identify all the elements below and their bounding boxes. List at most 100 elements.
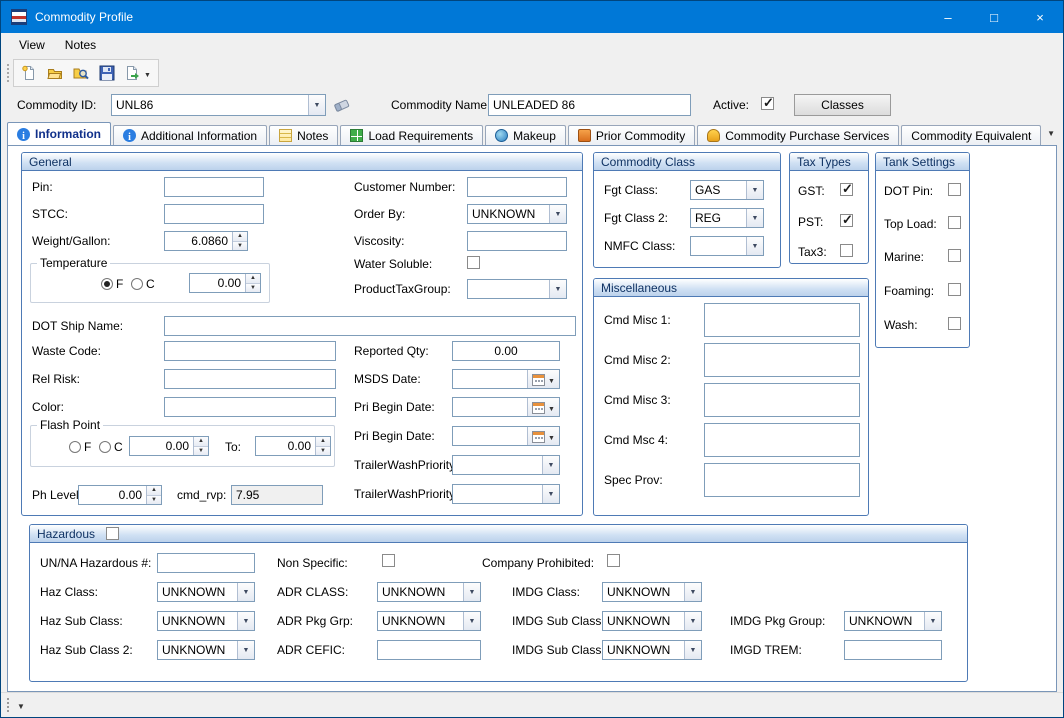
cmd-misc3-input[interactable]	[704, 383, 860, 417]
chevron-down-icon[interactable]	[746, 181, 763, 199]
company-prohibited-checkbox[interactable]	[607, 554, 620, 567]
flash-point-c-radio[interactable]	[99, 441, 111, 453]
chevron-down-icon[interactable]	[746, 209, 763, 227]
pin-input[interactable]	[164, 177, 264, 197]
tab-makeup[interactable]: Makeup	[485, 125, 566, 145]
adr-pkg-grp-select[interactable]: UNKNOWN	[377, 611, 481, 631]
msds-date-picker[interactable]	[452, 369, 560, 389]
spin-down-icon[interactable]	[246, 283, 260, 293]
waste-code-input[interactable]	[164, 341, 336, 361]
flash-point-f-radio[interactable]	[69, 441, 81, 453]
chevron-down-icon[interactable]	[548, 400, 555, 414]
pri-begin-date2-picker[interactable]	[452, 426, 560, 446]
spin-up-icon[interactable]	[316, 437, 330, 446]
cmd-misc2-input[interactable]	[704, 343, 860, 377]
classes-button[interactable]: Classes	[794, 94, 891, 116]
adr-cefic-input[interactable]	[377, 640, 481, 660]
cmd-msc4-input[interactable]	[704, 423, 860, 457]
marine-checkbox[interactable]	[948, 249, 961, 262]
chevron-down-icon[interactable]	[308, 95, 325, 115]
flash-point-to-spinner[interactable]: 0.00	[255, 436, 331, 456]
chevron-down-icon[interactable]	[549, 205, 566, 223]
dot-ship-name-input[interactable]	[164, 316, 576, 336]
calendar-button[interactable]	[527, 427, 559, 445]
weight-gallon-spinner[interactable]: 6.0860	[164, 231, 248, 251]
toolbar-grip[interactable]	[7, 64, 9, 82]
spin-up-icon[interactable]	[246, 274, 260, 283]
haz-sub-class2-select[interactable]: UNKNOWN	[157, 640, 255, 660]
imdg-class-select[interactable]: UNKNOWN	[602, 582, 702, 602]
wash-checkbox[interactable]	[948, 317, 961, 330]
chevron-down-icon[interactable]	[463, 583, 480, 601]
close-button[interactable]: ×	[1017, 1, 1063, 33]
temperature-f-radio[interactable]	[101, 278, 113, 290]
haz-class-select[interactable]: UNKNOWN	[157, 582, 255, 602]
spec-prov-input[interactable]	[704, 463, 860, 497]
chevron-down-icon[interactable]	[548, 429, 555, 443]
order-by-select[interactable]: UNKNOWN	[467, 204, 567, 224]
spin-down-icon[interactable]	[233, 241, 247, 251]
chevron-down-icon[interactable]	[144, 66, 151, 80]
statusbar-dropdown-icon[interactable]	[17, 698, 25, 712]
tab-load-requirements[interactable]: Load Requirements	[340, 125, 483, 145]
pri-begin-date-picker[interactable]	[452, 397, 560, 417]
adr-class-select[interactable]: UNKNOWN	[377, 582, 481, 602]
product-tax-group-select[interactable]	[467, 279, 567, 299]
commodity-name-input[interactable]: UNLEADED 86	[488, 94, 691, 116]
chevron-down-icon[interactable]	[549, 280, 566, 298]
calendar-button[interactable]	[527, 398, 559, 416]
reported-qty-input[interactable]: 0.00	[452, 341, 560, 361]
chevron-down-icon[interactable]	[684, 612, 701, 630]
dot-pin-checkbox[interactable]	[948, 183, 961, 196]
viscosity-input[interactable]	[467, 231, 567, 251]
statusbar-grip[interactable]	[7, 698, 9, 712]
spin-down-icon[interactable]	[147, 495, 161, 505]
rel-risk-input[interactable]	[164, 369, 336, 389]
customer-number-input[interactable]	[467, 177, 567, 197]
chevron-down-icon[interactable]	[463, 612, 480, 630]
nmfc-class-select[interactable]	[690, 236, 764, 256]
spin-down-icon[interactable]	[194, 446, 208, 456]
fgt-class2-select[interactable]: REG	[690, 208, 764, 228]
spin-up-icon[interactable]	[194, 437, 208, 446]
imgd-trem-input[interactable]	[844, 640, 942, 660]
stcc-input[interactable]	[164, 204, 264, 224]
imdg-sub-class2-select[interactable]: UNKNOWN	[602, 640, 702, 660]
commodity-id-select[interactable]: UNL86	[111, 94, 326, 116]
non-specific-checkbox[interactable]	[382, 554, 395, 567]
tax3-checkbox[interactable]	[840, 244, 853, 257]
menu-view[interactable]: View	[9, 35, 55, 55]
calendar-button[interactable]	[527, 370, 559, 388]
chevron-down-icon[interactable]	[542, 456, 559, 474]
spin-up-icon[interactable]	[233, 232, 247, 241]
top-load-checkbox[interactable]	[948, 216, 961, 229]
foaming-checkbox[interactable]	[948, 283, 961, 296]
haz-sub-class-select[interactable]: UNKNOWN	[157, 611, 255, 631]
hazardous-checkbox[interactable]	[106, 527, 119, 540]
chevron-down-icon[interactable]	[542, 485, 559, 503]
chevron-down-icon[interactable]	[237, 612, 254, 630]
ph-level-spinner[interactable]: 0.00	[78, 485, 162, 505]
temperature-spinner[interactable]: 0.00	[189, 273, 261, 293]
pst-checkbox[interactable]	[840, 214, 853, 227]
tab-notes[interactable]: Notes	[269, 125, 338, 145]
spin-down-icon[interactable]	[316, 446, 330, 456]
temperature-c-radio[interactable]	[131, 278, 143, 290]
tab-information[interactable]: Information	[7, 122, 111, 145]
chevron-down-icon[interactable]	[924, 612, 941, 630]
spin-up-icon[interactable]	[147, 486, 161, 495]
imdg-pkg-group-select[interactable]: UNKNOWN	[844, 611, 942, 631]
tab-commodity-equivalent[interactable]: Commodity Equivalent	[901, 125, 1041, 145]
fgt-class-select[interactable]: GAS	[690, 180, 764, 200]
active-checkbox[interactable]	[761, 97, 774, 110]
un-na-hazardous-input[interactable]	[157, 553, 255, 573]
chevron-down-icon[interactable]	[746, 237, 763, 255]
save-button[interactable]	[94, 61, 120, 85]
tab-prior-commodity[interactable]: Prior Commodity	[568, 125, 695, 145]
menu-notes[interactable]: Notes	[55, 35, 106, 55]
export-button[interactable]	[120, 61, 156, 85]
gst-checkbox[interactable]	[840, 183, 853, 196]
flash-point-spinner[interactable]: 0.00	[129, 436, 209, 456]
eraser-icon[interactable]	[332, 96, 352, 114]
open-button[interactable]	[42, 61, 68, 85]
